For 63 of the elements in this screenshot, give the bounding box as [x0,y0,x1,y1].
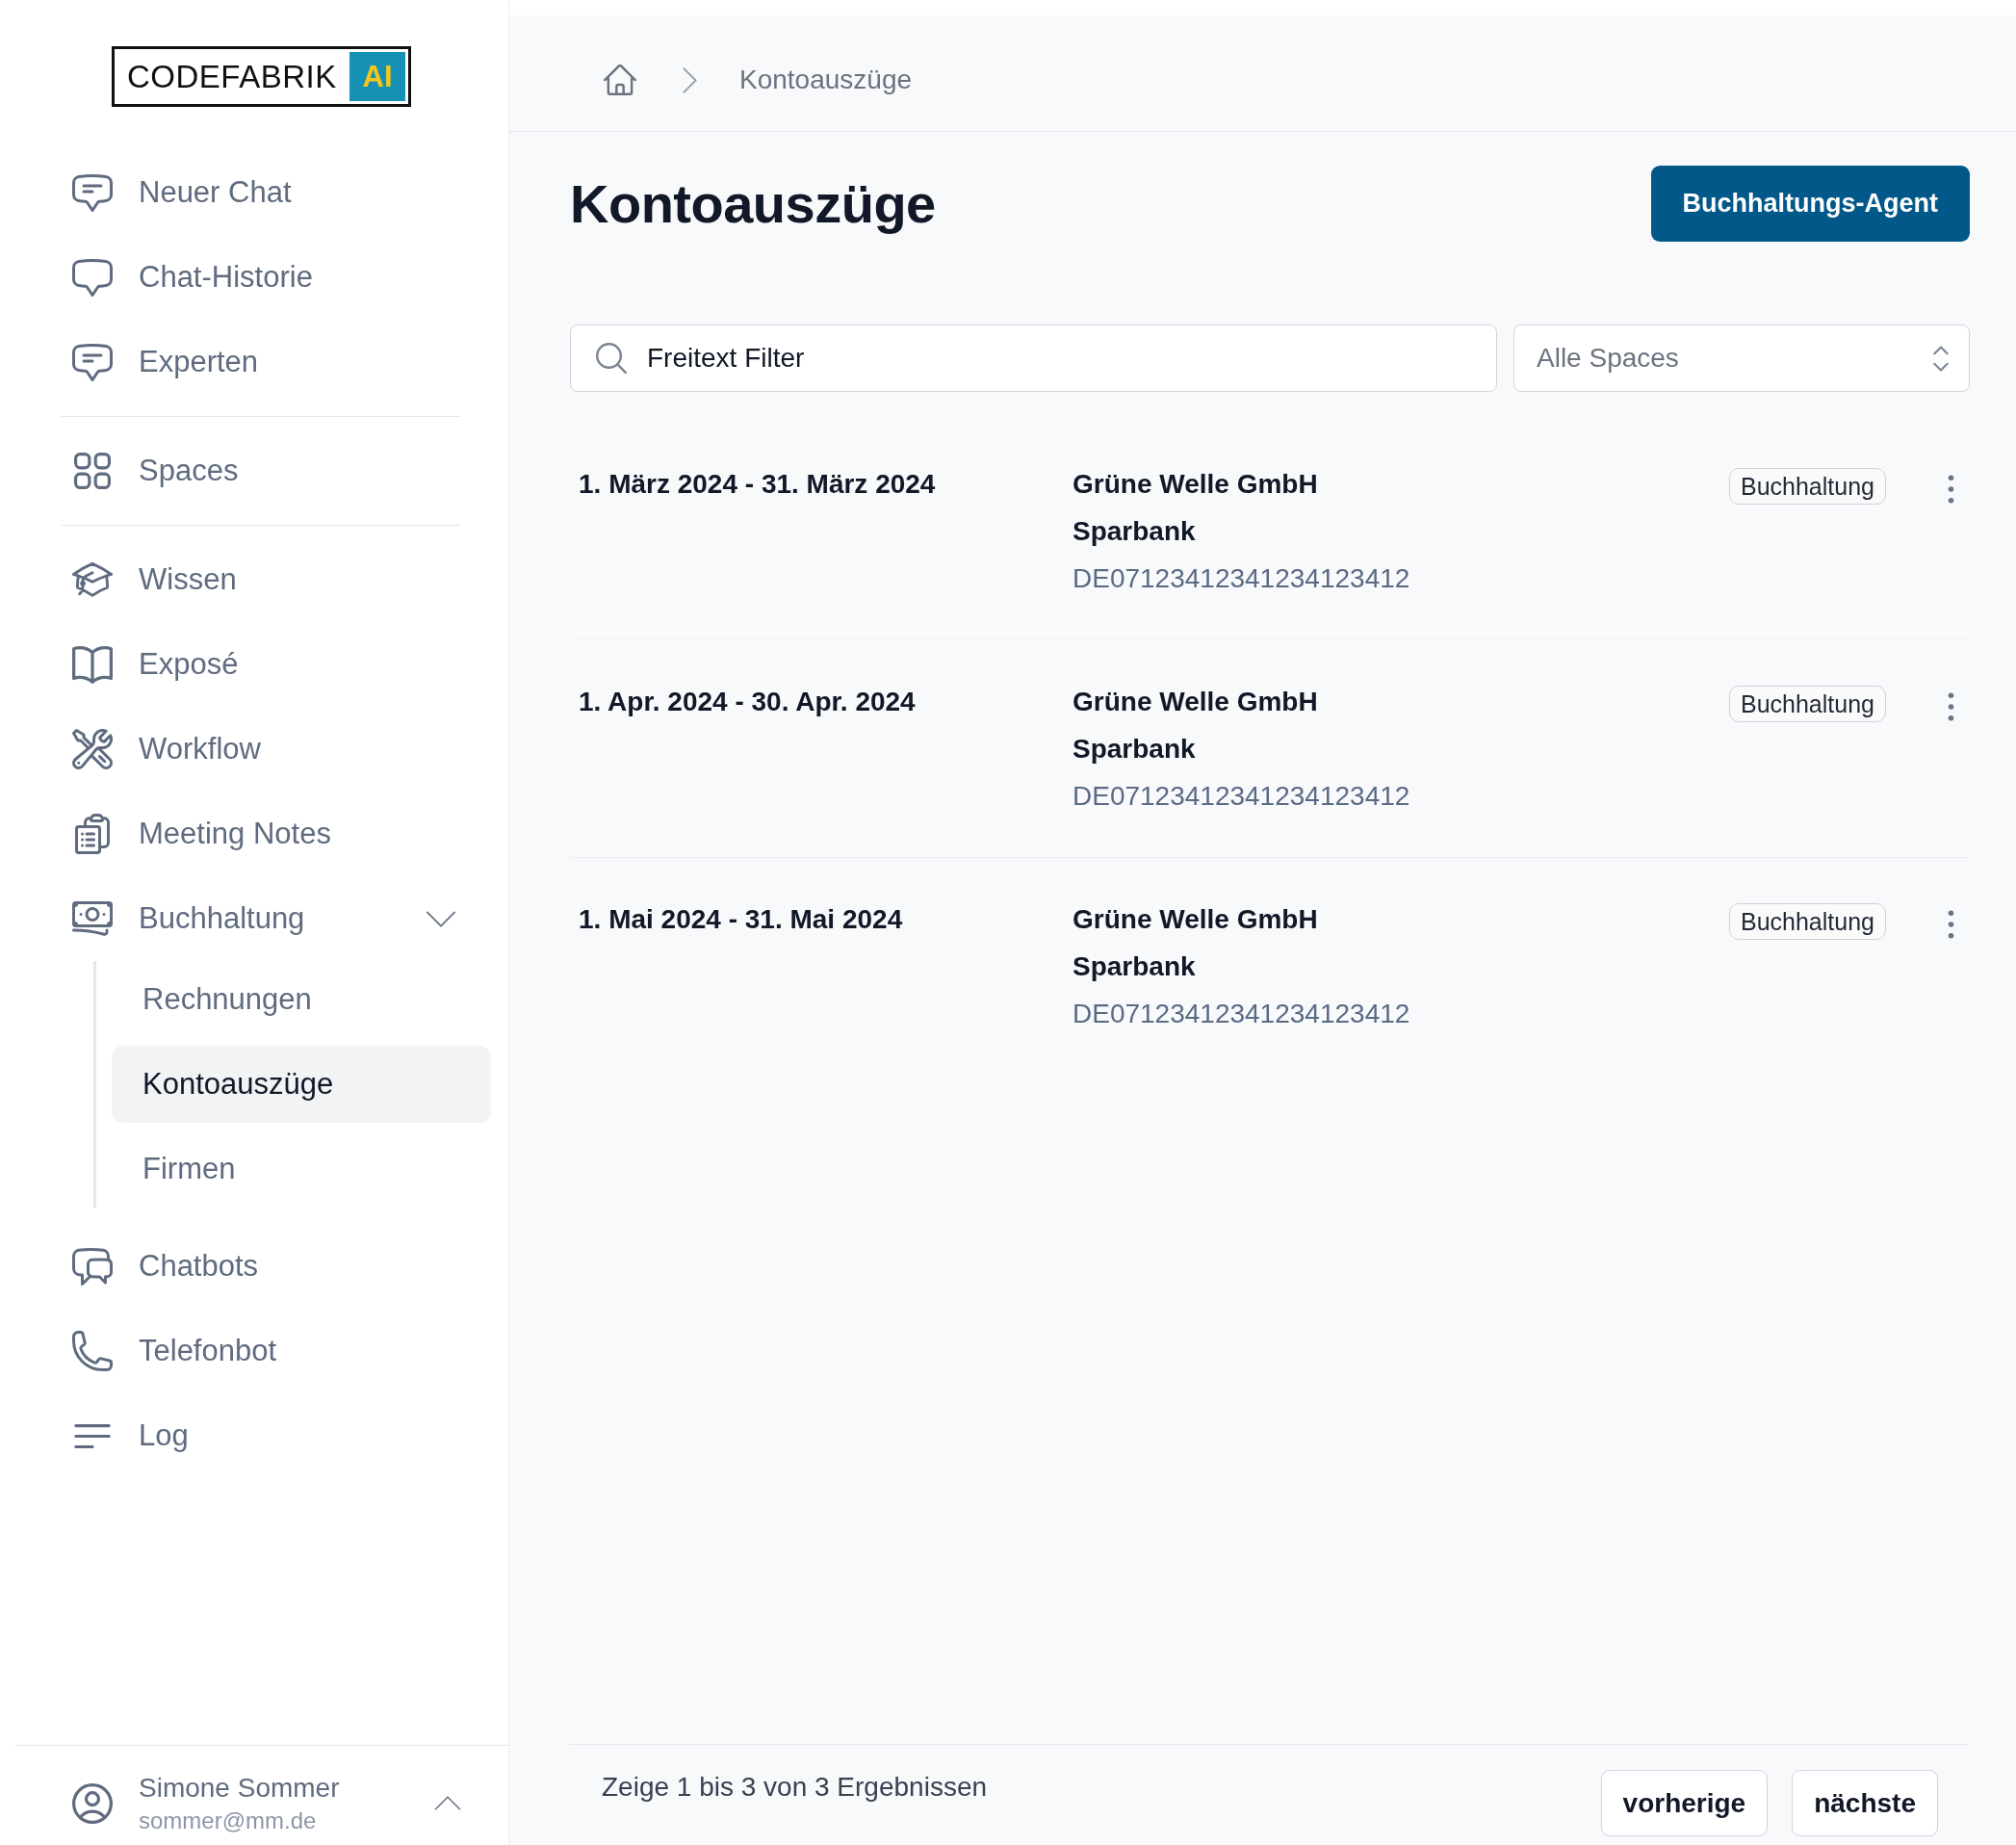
grid-icon [74,453,111,489]
pagination-button[interactable]: vorherige [1600,1770,1769,1836]
iban-text: DE07123412341234123412 [1073,562,1410,595]
more-options-icon[interactable] [1948,910,1954,939]
nav-item[interactable]: Spaces [62,429,460,513]
chat-text-icon [72,173,113,212]
clipboard-list-icon [75,814,110,854]
statement-period: 1. März 2024 - 31. März 2024 [579,469,936,499]
page-title: Kontoauszüge [570,172,936,235]
graduation-cap-icon [72,562,113,597]
bank-name: Sparbank [1073,515,1196,548]
home-icon[interactable] [604,65,636,95]
text-lines-icon [74,1423,111,1448]
more-options-icon[interactable] [1948,692,1954,721]
user-email: sommer@mm.de [139,1806,318,1835]
banknote-icon [72,901,113,936]
iban-text: DE07123412341234123412 [1073,780,1410,813]
nav-subitem[interactable]: Kontoauszüge [112,1046,491,1123]
nav-item[interactable]: Meeting Notes [62,792,460,876]
open-book-icon [72,645,113,684]
pagination-button[interactable]: nächste [1792,1770,1938,1836]
user-name: Simone Sommer [139,1771,340,1805]
statement-period: 1. Mai 2024 - 31. Mai 2024 [579,904,903,934]
user-avatar-icon [72,1782,113,1824]
nav-item[interactable]: Workflow [62,707,460,792]
nav-item[interactable]: Neuer Chat [62,150,460,235]
bank-name: Sparbank [1073,950,1196,983]
wrench-screwdriver-icon [72,729,113,769]
nav-item[interactable]: Exposé [62,622,460,707]
search-field[interactable]: Freitext Filter [570,325,1497,392]
nav-item[interactable]: Chat-Historie [62,235,460,320]
nav-item[interactable]: Chatbots [62,1224,460,1309]
breadcrumb-current: Kontoauszüge [739,65,913,95]
category-tag: Buchhaltung [1729,903,1886,940]
search-icon [596,343,627,374]
logo-badge: AI [349,52,405,101]
category-tag: Buchhaltung [1729,686,1886,722]
statement-period: 1. Apr. 2024 - 30. Apr. 2024 [579,687,916,716]
more-options-icon[interactable] [1948,475,1954,504]
nav-item[interactable]: Buchhaltung [62,876,460,961]
nav-item[interactable]: Experten [62,320,460,404]
chevron-up-icon[interactable] [434,1796,461,1810]
company-name: Grüne Welle GmbH [1073,686,1318,718]
space-select[interactable]: Alle Spaces [1513,325,1970,392]
chat-bubbles-icon [72,1247,113,1286]
logo-wordmark: CODEFABRIK [127,61,337,92]
nav-item[interactable]: Telefonbot [62,1309,460,1393]
company-name: Grüne Welle GmbH [1073,903,1318,936]
agent-button[interactable]: Buchhaltungs-Agent [1650,166,1970,242]
bank-name: Sparbank [1073,733,1196,766]
phone-icon [72,1331,113,1371]
nav-subitem[interactable]: Rechnungen [112,961,491,1038]
company-name: Grüne Welle GmbH [1073,468,1318,501]
results-summary: Zeige 1 bis 3 von 3 Ergebnissen [602,1771,988,1804]
iban-text: DE07123412341234123412 [1073,998,1410,1030]
nav-subitem[interactable]: Firmen [112,1130,491,1208]
nav-item[interactable]: Log [62,1393,460,1478]
chat-text-icon [72,343,113,381]
chevron-up-down-icon [1933,345,1949,372]
category-tag: Buchhaltung [1729,468,1886,505]
chat-bubble-icon [72,258,113,297]
chevron-right-icon [683,66,697,93]
nav-item[interactable]: Wissen [62,537,460,622]
